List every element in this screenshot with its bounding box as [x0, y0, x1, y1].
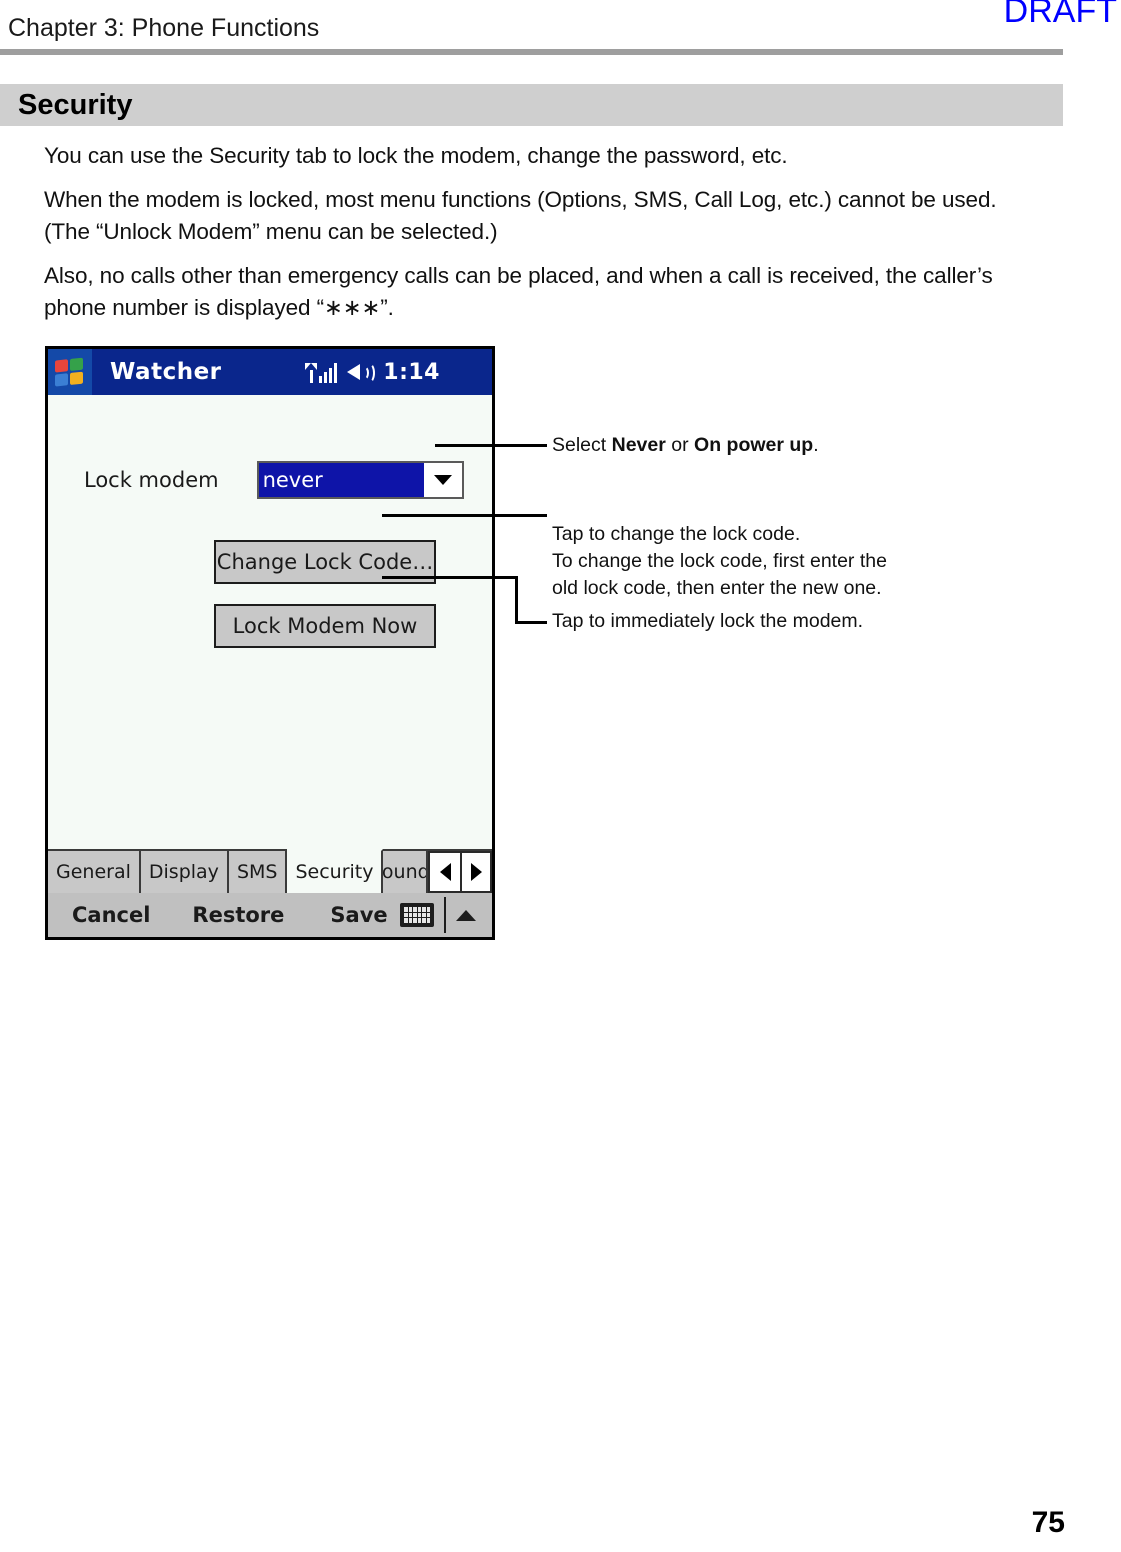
select-never-callout: Select Never or On power up.	[552, 432, 819, 459]
signal-strength-icon	[305, 361, 338, 383]
paragraph-2: When the modem is locked, most menu func…	[44, 187, 997, 244]
pda-command-bar: Cancel Restore Save	[48, 893, 492, 937]
callout-1-prefix: Select	[552, 434, 612, 456]
page-number: 75	[1031, 1506, 1065, 1539]
tab-sounds[interactable]: Sounds	[383, 851, 428, 893]
triangle-right-icon[interactable]	[460, 851, 492, 893]
pda-titlebar: Watcher 1:14	[48, 349, 492, 395]
leader-line-lock-now-v	[515, 576, 518, 624]
lock-modem-selected-value: never	[258, 463, 424, 497]
command-bar-divider	[444, 897, 446, 933]
save-button[interactable]: Save	[330, 903, 387, 927]
body-text: You can use the Security tab to lock the…	[44, 140, 1034, 324]
lock-modem-now-button[interactable]: Lock Modem Now	[214, 604, 436, 648]
tab-general[interactable]: General	[48, 851, 141, 893]
pda-clock: 1:14	[383, 359, 440, 385]
change-lock-code-callout: Tap to change the lock code. To change t…	[552, 523, 887, 599]
callout-1-bold-never: Never	[611, 434, 666, 456]
tab-scroll-buttons	[428, 851, 492, 893]
lock-modem-label: Lock modem	[84, 468, 219, 492]
restore-button[interactable]: Restore	[192, 903, 284, 927]
leader-line-select	[435, 444, 547, 447]
lock-modem-row: Lock modem never	[84, 461, 464, 499]
lock-modem-now-callout: Tap to immediately lock the modem.	[552, 610, 864, 632]
pda-app-title: Watcher	[110, 359, 222, 385]
chevron-down-icon[interactable]	[423, 463, 462, 497]
tab-display[interactable]: Display	[140, 851, 229, 893]
pda-status-area: 1:14	[305, 360, 440, 385]
tab-security[interactable]: Security	[287, 849, 384, 893]
triangle-left-icon[interactable]	[428, 851, 460, 893]
keyboard-icon[interactable]	[400, 903, 434, 927]
callout-1-suffix: .	[813, 434, 819, 456]
windows-flag-icon[interactable]	[48, 349, 92, 395]
leader-line-lock-now-h2	[515, 621, 547, 624]
lock-modem-select[interactable]: never	[256, 461, 464, 499]
paragraph-1: You can use the Security tab to lock the…	[44, 143, 788, 168]
callout-1-bold-onpowerup: On power up	[694, 434, 814, 456]
speaker-icon[interactable]	[347, 362, 376, 383]
command-bar-right	[400, 893, 484, 937]
header-divider	[0, 49, 1063, 55]
cancel-button[interactable]: Cancel	[72, 903, 150, 927]
pda-content-area: Lock modem never Change Lock Code… Lock …	[48, 395, 492, 849]
leader-line-change-lock-code	[382, 514, 547, 517]
draft-watermark: DRAFT	[1003, 0, 1117, 30]
tab-sms[interactable]: SMS	[228, 851, 288, 893]
section-banner: Security	[0, 84, 1063, 126]
windows-flag-glyph	[55, 357, 85, 387]
pda-screenshot-figure: Watcher 1:14 Lock modem never Change Loc…	[45, 346, 495, 940]
chapter-title: Chapter 3: Phone Functions	[8, 14, 320, 42]
page-title: Security	[18, 89, 133, 121]
callout-1-middle: or	[665, 434, 695, 456]
paragraph-3: Also, no calls other than emergency call…	[44, 263, 993, 320]
triangle-up-icon[interactable]	[456, 909, 476, 921]
pda-tab-strip: General Display SMS Security Sounds	[48, 849, 492, 893]
leader-line-lock-now-h1	[382, 576, 517, 579]
